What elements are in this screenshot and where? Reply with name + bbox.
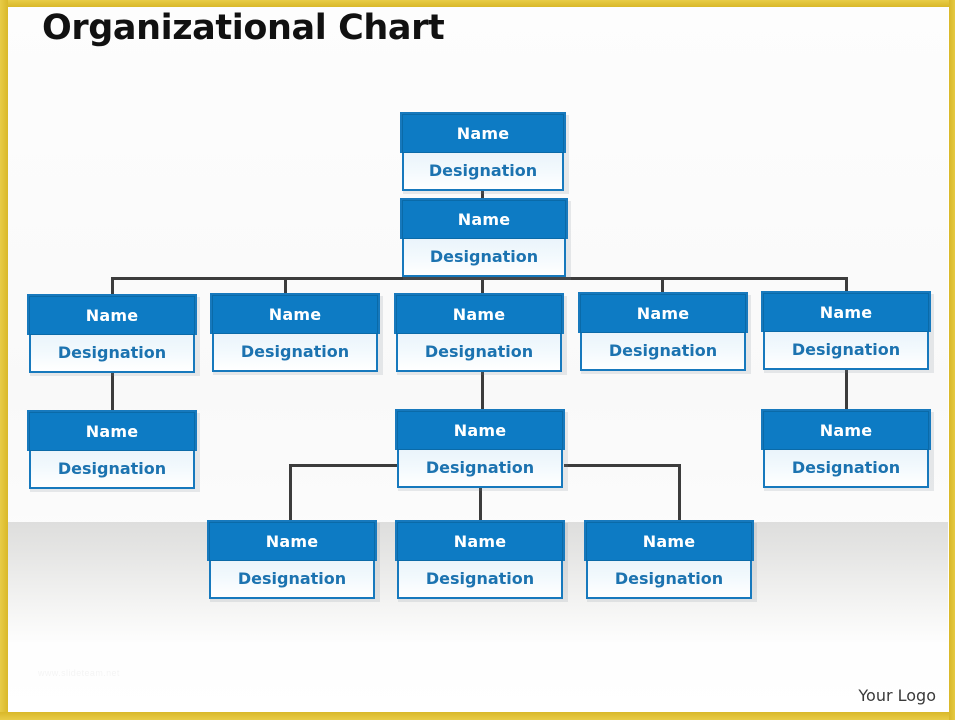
slide-canvas: Organizational Chart Name Designation Na…: [0, 0, 960, 720]
node-header-wrap: Name: [761, 409, 931, 450]
node-designation-label: Designation: [397, 561, 563, 599]
org-node-n3d[interactable]: Name Designation: [578, 292, 751, 374]
node-header-wrap: Name: [584, 520, 754, 561]
node-designation-label: Designation: [402, 153, 564, 191]
node-header-wrap: Name: [400, 112, 566, 153]
org-node-n1[interactable]: Name Designation: [400, 112, 569, 194]
page-title: Organizational Chart: [42, 8, 445, 48]
node-name-label: Name: [763, 411, 929, 450]
node-name-label: Name: [580, 294, 746, 333]
frame-border-right-pad: [955, 0, 960, 720]
connector-bus-to-n3a: [111, 277, 114, 295]
connector-bus-to-n3b: [284, 277, 287, 294]
node-name-label: Name: [763, 293, 929, 332]
node-header-wrap: Name: [761, 291, 931, 332]
node-header-wrap: Name: [400, 198, 568, 239]
watermark-text: www.slideteam.net: [38, 668, 120, 678]
connector-bus-to-n5a: [289, 464, 292, 521]
frame-border-left: [0, 0, 8, 720]
node-designation-label: Designation: [397, 450, 563, 488]
org-node-n5c[interactable]: Name Designation: [584, 520, 757, 602]
node-designation-label: Designation: [586, 561, 752, 599]
org-node-n2[interactable]: Name Designation: [400, 198, 571, 280]
node-header-wrap: Name: [578, 292, 748, 333]
frame-border-bottom: [0, 712, 960, 720]
connector-bus-to-n3e: [845, 277, 848, 292]
node-designation-label: Designation: [396, 334, 562, 372]
node-name-label: Name: [212, 295, 378, 334]
node-name-label: Name: [397, 411, 563, 450]
node-designation-label: Designation: [212, 334, 378, 372]
org-node-n5a[interactable]: Name Designation: [207, 520, 380, 602]
node-header-wrap: Name: [207, 520, 377, 561]
node-designation-label: Designation: [763, 450, 929, 488]
node-designation-label: Designation: [209, 561, 375, 599]
connector-bus-to-n3d: [661, 277, 664, 293]
node-name-label: Name: [396, 295, 562, 334]
node-designation-label: Designation: [402, 239, 566, 277]
node-name-label: Name: [586, 522, 752, 561]
org-node-n4c[interactable]: Name Designation: [761, 409, 934, 491]
node-designation-label: Designation: [29, 451, 195, 489]
node-name-label: Name: [29, 412, 195, 451]
org-node-n4b[interactable]: Name Designation: [395, 409, 568, 491]
your-logo-placeholder[interactable]: Your Logo: [858, 686, 936, 705]
node-header-wrap: Name: [394, 293, 564, 334]
connector-bus-to-n5c: [678, 464, 681, 521]
node-name-label: Name: [29, 296, 195, 335]
node-header-wrap: Name: [395, 409, 565, 450]
org-node-n3c[interactable]: Name Designation: [394, 293, 567, 375]
node-header-wrap: Name: [27, 410, 197, 451]
node-designation-label: Designation: [580, 333, 746, 371]
org-node-n5b[interactable]: Name Designation: [395, 520, 568, 602]
org-node-n3e[interactable]: Name Designation: [761, 291, 934, 373]
node-name-label: Name: [402, 114, 564, 153]
connector-level5-bus-right: [564, 464, 681, 467]
connector-level5-bus-left: [289, 464, 397, 467]
frame-border-top: [0, 0, 960, 7]
node-name-label: Name: [209, 522, 375, 561]
node-header-wrap: Name: [395, 520, 565, 561]
org-node-n4a[interactable]: Name Designation: [27, 410, 200, 492]
org-node-n3b[interactable]: Name Designation: [210, 293, 383, 375]
node-header-wrap: Name: [27, 294, 197, 335]
node-designation-label: Designation: [29, 335, 195, 373]
node-designation-label: Designation: [763, 332, 929, 370]
node-name-label: Name: [397, 522, 563, 561]
node-name-label: Name: [402, 200, 566, 239]
org-node-n3a[interactable]: Name Designation: [27, 294, 200, 376]
node-header-wrap: Name: [210, 293, 380, 334]
